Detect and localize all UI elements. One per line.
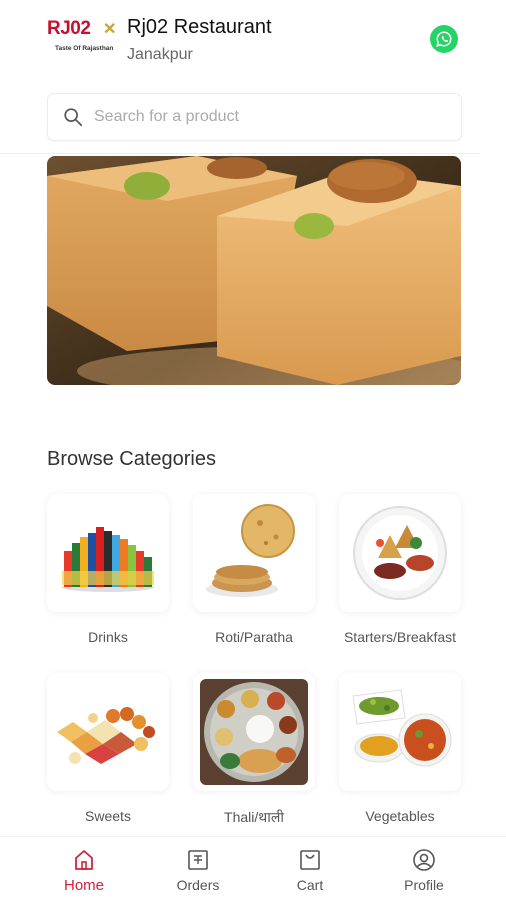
bottom-nav: Home Orders Cart Profile [0, 836, 506, 901]
sweets-image [57, 707, 155, 764]
nav-orders-label: Orders [176, 877, 220, 893]
restaurant-location: Janakpur [127, 46, 193, 63]
nav-profile-label: Profile [404, 877, 444, 893]
restaurant-name: Rj02 Restaurant [127, 16, 272, 38]
category-card[interactable] [47, 494, 169, 612]
nav-cart[interactable]: Cart [260, 837, 360, 901]
category-drinks[interactable]: Drinks [47, 494, 169, 645]
profile-icon [413, 849, 435, 871]
category-vegetables[interactable]: Vegetables [339, 673, 461, 824]
category-card[interactable] [193, 673, 315, 791]
sweets-banner-image [47, 156, 461, 385]
category-label: Thali/थाली [224, 809, 284, 825]
category-label: Vegetables [365, 808, 435, 824]
category-card[interactable] [339, 673, 461, 791]
category-card[interactable] [47, 673, 169, 791]
logo-utensils-icon: ✕ [103, 21, 117, 38]
vegetables-image [352, 689, 452, 767]
logo-tagline: Taste Of Rajasthan [55, 45, 114, 52]
category-thali[interactable]: Thali/थाली [193, 673, 315, 827]
roti-paratha-image [206, 504, 295, 597]
nav-home-label: Home [63, 877, 104, 894]
logo-text: RJ02 [47, 18, 91, 39]
whatsapp-icon [436, 31, 452, 47]
nav-home[interactable]: Home [34, 837, 134, 901]
restaurant-logo: RJ02 ✕ Taste Of Rajasthan [47, 18, 117, 60]
orders-icon [188, 850, 208, 870]
app-header: RJ02 ✕ Taste Of Rajasthan Rj02 Restauran… [0, 0, 506, 84]
cart-icon [300, 850, 320, 870]
category-label: Drinks [88, 629, 128, 645]
whatsapp-button[interactable] [430, 25, 458, 53]
category-roti-paratha[interactable]: Roti/Paratha [193, 494, 315, 645]
category-card[interactable] [193, 494, 315, 612]
home-icon [75, 850, 93, 870]
search-bar[interactable] [47, 93, 462, 141]
category-sweets[interactable]: Sweets [47, 673, 169, 824]
promo-banner[interactable] [47, 156, 461, 385]
header-divider [0, 153, 480, 154]
nav-profile[interactable]: Profile [374, 837, 474, 901]
nav-cart-label: Cart [296, 877, 324, 893]
search-icon [64, 108, 83, 127]
starters-breakfast-image [353, 506, 447, 600]
category-label: Sweets [85, 808, 131, 824]
category-card[interactable] [339, 494, 461, 612]
search-input[interactable] [94, 94, 444, 140]
category-label: Starters/Breakfast [343, 629, 457, 645]
category-starters-breakfast[interactable]: Starters/Breakfast [339, 494, 461, 645]
drinks-image [62, 527, 154, 592]
category-label: Roti/Paratha [215, 629, 293, 645]
browse-categories-title: Browse Categories [47, 448, 216, 470]
nav-orders[interactable]: Orders [148, 837, 248, 901]
thali-image [200, 679, 308, 785]
